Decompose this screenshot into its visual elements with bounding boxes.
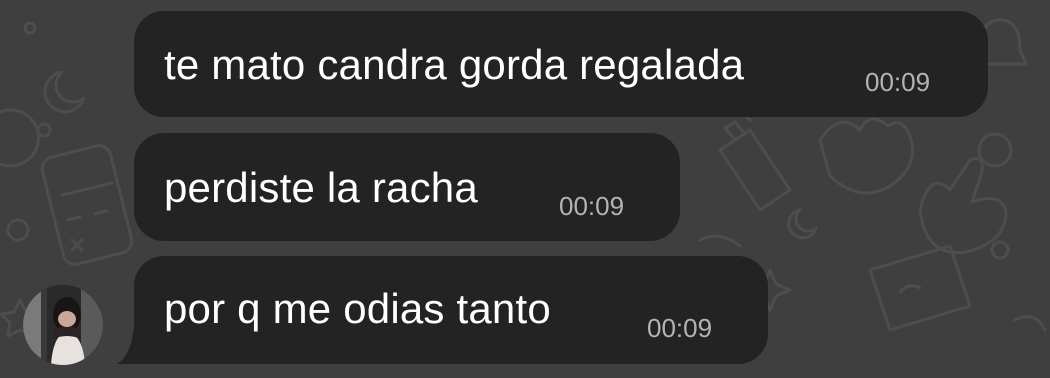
dot-doodle-icon (23, 21, 37, 35)
dot-doodle-icon (36, 122, 52, 138)
rock-hand-doodle-icon (918, 157, 1008, 255)
message-text: te mato candra gorda regalada (164, 41, 745, 88)
message-timestamp: 00:09 (865, 67, 931, 97)
message-text: perdiste la racha (164, 164, 478, 211)
gamepad-doodle-icon (868, 244, 972, 332)
message-bubble[interactable]: por q me odias tanto 00:09 (134, 256, 768, 364)
hand-doodle-icon (818, 117, 914, 195)
baby-bottle-doodle-icon (718, 120, 792, 212)
sender-avatar[interactable] (23, 285, 103, 365)
message-bubble[interactable]: perdiste la racha 00:09 (134, 133, 680, 241)
calculator-doodle-icon (40, 144, 134, 266)
circle-doodle-icon (0, 108, 40, 168)
contact-photo-avatar-icon (23, 285, 103, 365)
message-bubble[interactable]: te mato candra gorda regalada 00:09 (134, 11, 988, 117)
message-text: por q me odias tanto (164, 285, 551, 332)
moon-doodle-icon (787, 208, 818, 240)
message-timestamp: 00:09 (647, 313, 713, 343)
moon-doodle-icon (43, 70, 86, 114)
message-timestamp: 00:09 (559, 191, 625, 221)
